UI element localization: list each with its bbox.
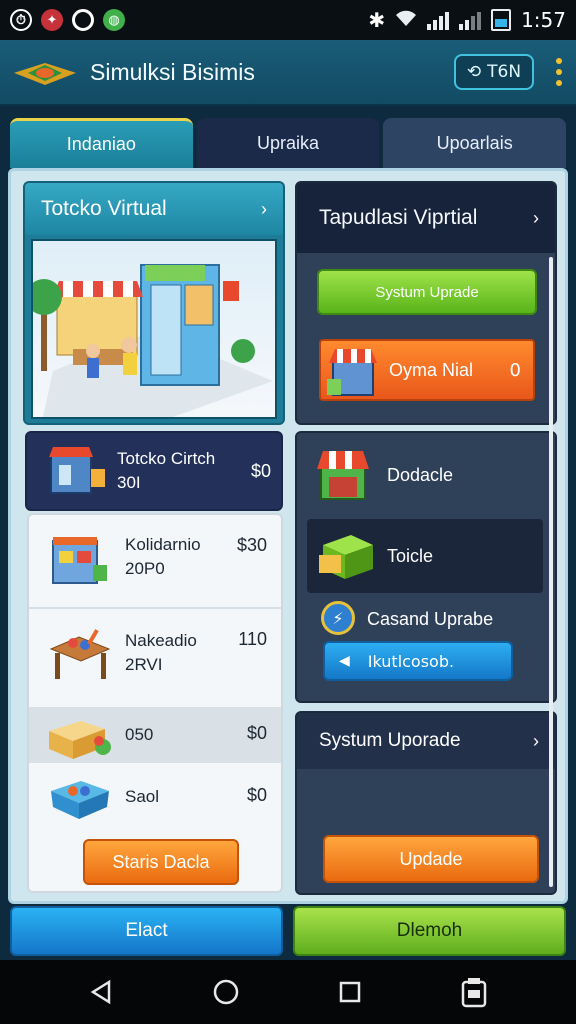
tab-bar: Indaniao Upraika Upoarlais (10, 118, 567, 168)
upgrade-options-panel: Dodacle Toicle ⚡ Casand Uprabe ◀ Ikutlco… (295, 431, 557, 703)
signal-icon (427, 10, 450, 30)
list-item-sub: 20P0 (125, 559, 165, 578)
list-item[interactable]: Dodacle (297, 437, 555, 513)
battery-icon (491, 9, 512, 31)
store-upgrade-name: Oyma Nial (389, 359, 474, 380)
select-button[interactable]: Elact (10, 906, 283, 956)
store-illustration (31, 239, 277, 419)
app-logo-icon (14, 53, 76, 91)
list-item-name: Saol (125, 787, 160, 806)
target-icon (72, 9, 94, 31)
refresh-icon: ⟲ (466, 62, 482, 82)
market-stall-icon (313, 445, 373, 507)
wifi-icon (395, 8, 417, 32)
app-header: Simulksi Bisimis ⟲ T6N (0, 40, 576, 106)
featured-item-name: Totcko Cirtch (117, 449, 216, 468)
signal-icon (459, 10, 482, 30)
tab-upoarlais[interactable]: Upoarlais (383, 118, 567, 168)
system-upgrade-panel: Systum Uporade › Updade (295, 711, 557, 895)
list-item[interactable]: Toicle (297, 519, 555, 593)
vibrate-icon: ✱ (368, 8, 386, 32)
list-item[interactable]: Kolidarnio 20P0 $30 (29, 515, 281, 605)
table-icon (47, 627, 113, 683)
shelf-icon (47, 531, 113, 587)
list-item-name: Kolidarnio (125, 535, 201, 554)
featured-shop-item[interactable]: Totcko Cirtch 30I $0 (25, 431, 283, 511)
overflow-menu-icon[interactable] (556, 58, 562, 86)
option-label: Toicle (387, 545, 434, 566)
option-label: Dodacle (387, 464, 454, 485)
crate-icon (47, 711, 113, 767)
start-upgrade-button[interactable]: ◀ Ikutlcosob. (323, 641, 513, 681)
tab-indaniao[interactable]: Indaniao (10, 118, 193, 168)
list-item-sub: 2RVI (125, 655, 163, 674)
start-upgrade-label: Ikutlcosob. (367, 651, 455, 671)
featured-item-sub: 30I (117, 473, 141, 492)
system-nav-bar (0, 960, 576, 1024)
system-upgrade-button[interactable]: Systum Uprade (317, 269, 537, 315)
list-item[interactable]: 050 $0 (29, 707, 281, 763)
box-icon (317, 529, 377, 587)
list-item[interactable]: ⚡ Casand Uprabe (297, 599, 555, 639)
upgrade-panel-header[interactable]: Tapudlasi Viprtial › (297, 183, 555, 253)
clock-icon: ⏱ (10, 9, 32, 31)
chevron-right-icon: › (533, 730, 539, 751)
update-button[interactable]: Updade (323, 835, 539, 883)
featured-item-price: $0 (250, 460, 271, 481)
list-item-name: Nakeadio (125, 631, 197, 650)
play-left-icon: ◀ (339, 653, 350, 669)
virtual-store-title: Totcko Virtual (41, 197, 167, 220)
upgrade-panel: Tapudlasi Viprtial › Systum Uprade Oyma … (295, 181, 557, 425)
system-upgrade-title: Systum Uporade (319, 730, 461, 751)
game-icon: ✦ (41, 9, 63, 31)
chevron-right-icon: › (533, 207, 539, 228)
option-label: Casand Uprabe (367, 608, 494, 629)
status-bar: ⏱ ✦ ◍ ✱ 1:57 (0, 0, 576, 40)
bottom-action-bar: Elact Dlemoh (10, 906, 566, 956)
list-item-name: 050 (125, 725, 154, 744)
tab-upraika[interactable]: Upraika (196, 118, 380, 168)
list-item-price: 110 (238, 629, 267, 649)
store-icon (325, 343, 383, 403)
list-item-price: $0 (246, 723, 267, 743)
confirm-button[interactable]: Dlemoh (293, 906, 566, 956)
status-time: 1:57 (521, 8, 566, 32)
back-icon[interactable] (82, 972, 122, 1012)
shop-icon (45, 443, 111, 499)
list-item-price: $0 (246, 785, 267, 805)
scrollbar[interactable] (549, 257, 553, 887)
store-upgrade-value: 0 (509, 359, 521, 381)
app-title: Simulksi Bisimis (90, 58, 255, 85)
main-content: Totcko Virtual › Totcko Cirtch 30I $0 Ko… (8, 168, 568, 904)
virtual-store-card[interactable]: Totcko Virtual › (23, 181, 285, 425)
shop-list: Kolidarnio 20P0 $30 Nakeadio 2RVI 110 05… (27, 513, 283, 893)
header-action-label: T6N (487, 62, 522, 82)
home-icon[interactable] (206, 972, 246, 1012)
start-deal-button[interactable]: Staris Dacla (83, 839, 239, 885)
lightning-icon: ⚡ (321, 601, 355, 635)
list-item[interactable]: Nakeadio 2RVI 110 (29, 609, 281, 705)
chevron-right-icon: › (261, 198, 267, 219)
upgrade-panel-title: Tapudlasi Viprtial (319, 206, 478, 229)
list-item-price: $30 (236, 535, 267, 555)
system-upgrade-header[interactable]: Systum Uporade › (297, 713, 555, 769)
store-upgrade-item[interactable]: Oyma Nial 0 (319, 339, 535, 401)
basket-icon (47, 771, 113, 827)
header-action-button[interactable]: ⟲ T6N (454, 54, 534, 90)
screenshot-icon[interactable] (454, 972, 494, 1012)
recents-icon[interactable] (330, 972, 370, 1012)
app-icon: ◍ (103, 9, 125, 31)
list-item[interactable]: Saol $0 (29, 765, 281, 831)
